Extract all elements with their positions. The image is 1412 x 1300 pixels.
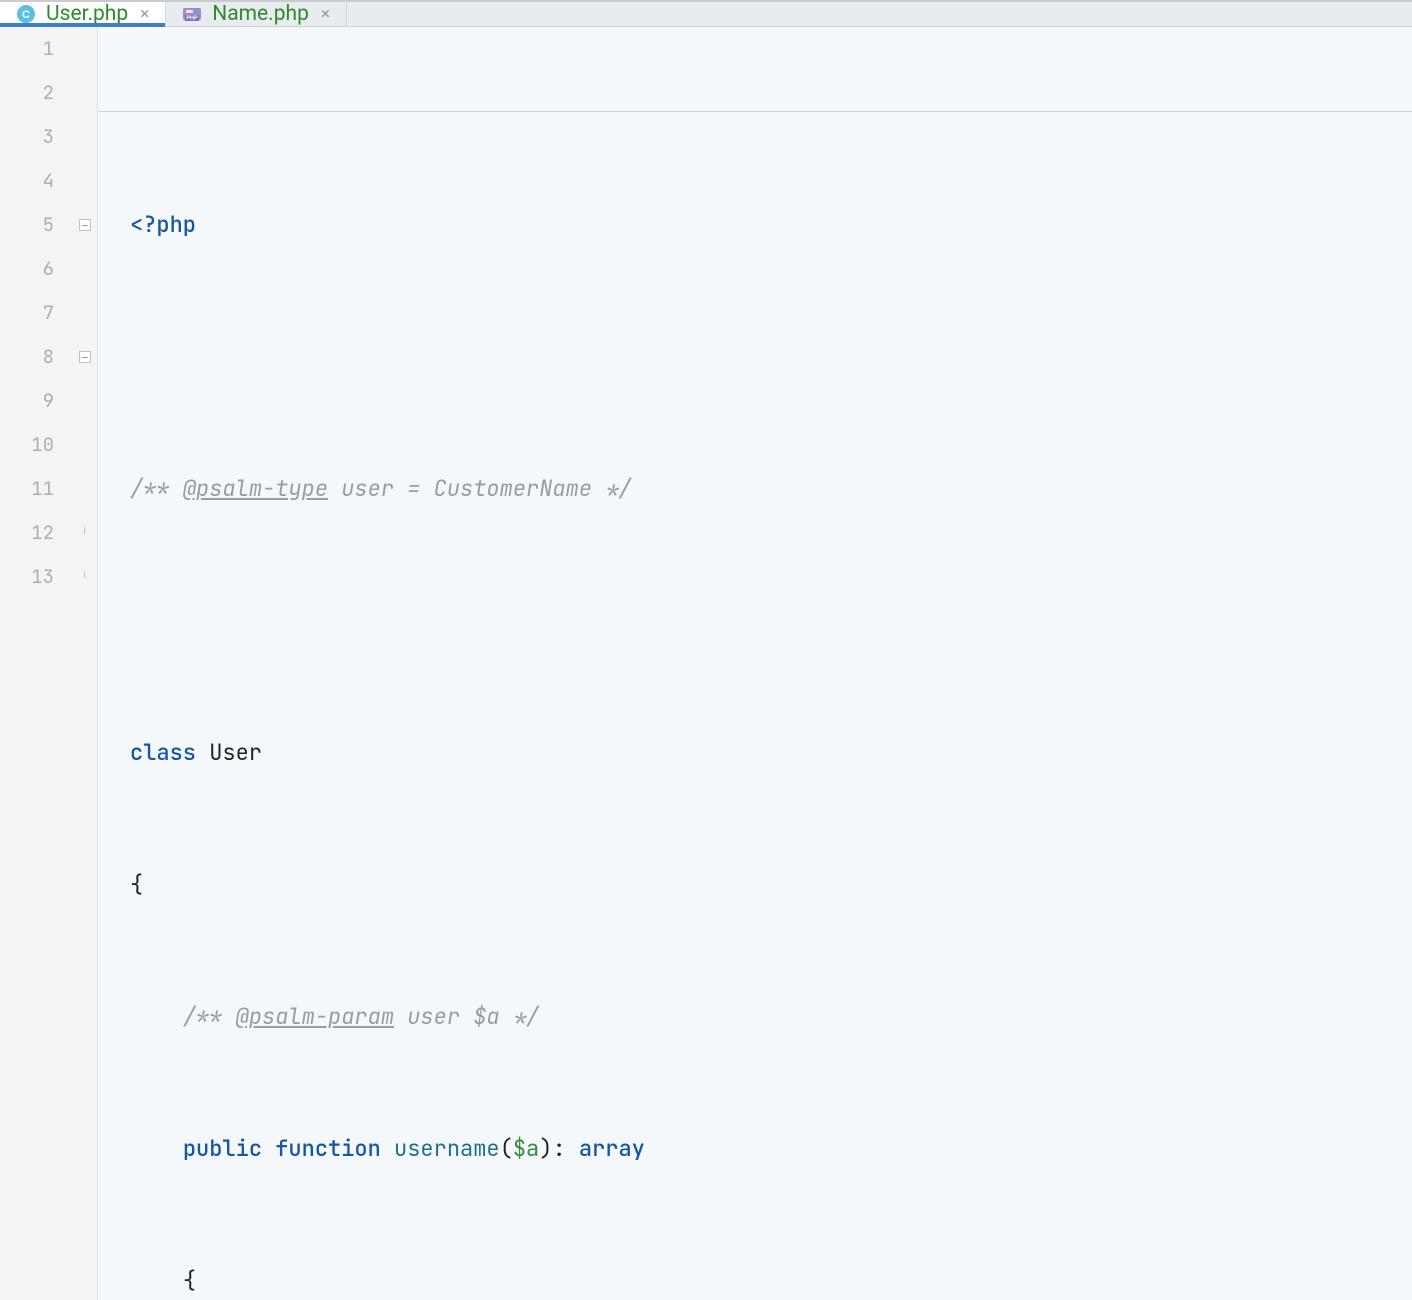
code-line: /** @psalm-type user = CustomerName */ — [130, 467, 1412, 511]
close-icon[interactable]: × — [319, 4, 332, 24]
doc-comment: user = CustomerName */ — [328, 474, 632, 503]
line-number: 10 — [0, 423, 54, 467]
code-line: { — [130, 1259, 1412, 1300]
tab-user-php[interactable]: C User.php × — [0, 2, 166, 26]
fold-end-icon — [79, 527, 91, 539]
line-number: 8 — [0, 335, 54, 379]
psalm-annotation: @psalm-param — [236, 1002, 394, 1031]
close-icon[interactable]: × — [138, 4, 151, 24]
line-number: 1 — [0, 27, 54, 71]
doc-comment: /** — [130, 474, 183, 503]
code-area[interactable]: <?php /** @psalm-type user = CustomerNam… — [98, 27, 1412, 1300]
tab-label: User.php — [46, 2, 128, 26]
paren: ( — [500, 1134, 513, 1163]
line-number: 2 — [0, 71, 54, 115]
class-icon: C — [16, 4, 36, 24]
code-line: <?php — [130, 203, 1412, 247]
line-number: 5 — [0, 203, 54, 247]
line-number: 11 — [0, 467, 54, 511]
php-open-tag: <?php — [130, 210, 196, 239]
brace: { — [183, 1266, 196, 1295]
doc-comment: user $a */ — [394, 1002, 539, 1031]
psalm-annotation: @psalm-type — [183, 474, 328, 503]
return-type: array — [579, 1134, 645, 1163]
brace: { — [130, 870, 143, 899]
line-number: 7 — [0, 291, 54, 335]
keyword-function: function — [275, 1134, 394, 1163]
svg-text:C: C — [22, 9, 30, 21]
editor-tab-bar: C User.php × PHP Name.php × — [0, 2, 1412, 27]
ide-window: C User.php × PHP Name.php × 1 2 3 4 5 6 … — [0, 0, 1412, 650]
paren: ): — [539, 1134, 579, 1163]
line-number: 13 — [0, 555, 54, 599]
line-number: 3 — [0, 115, 54, 159]
tab-label: Name.php — [212, 2, 309, 26]
keyword-public: public — [183, 1134, 275, 1163]
code-separator — [98, 111, 1412, 112]
gutter: 1 2 3 4 5 6 7 8 9 10 11 12 13 — [0, 27, 98, 1300]
fold-end-icon — [79, 571, 91, 583]
line-number: 9 — [0, 379, 54, 423]
function-name: username — [394, 1134, 500, 1163]
code-line — [130, 599, 1412, 643]
code-line: { — [130, 863, 1412, 907]
code-line: /** @psalm-param user $a */ — [130, 995, 1412, 1039]
fold-toggle-icon[interactable] — [79, 351, 91, 363]
tab-name-php[interactable]: PHP Name.php × — [166, 2, 347, 26]
doc-comment: /** — [183, 1002, 236, 1031]
fold-toggle-icon[interactable] — [79, 219, 91, 231]
line-number: 4 — [0, 159, 54, 203]
code-line — [130, 335, 1412, 379]
class-name: User — [209, 738, 262, 767]
parameter: $a — [513, 1134, 539, 1163]
keyword-class: class — [130, 738, 209, 767]
svg-text:PHP: PHP — [187, 16, 199, 22]
line-number: 12 — [0, 511, 54, 555]
editor: 1 2 3 4 5 6 7 8 9 10 11 12 13 <?php /** — [0, 27, 1412, 1300]
code-line: class User — [130, 731, 1412, 775]
line-number: 6 — [0, 247, 54, 291]
code-line: public function username($a): array — [130, 1127, 1412, 1171]
php-icon: PHP — [182, 4, 202, 24]
